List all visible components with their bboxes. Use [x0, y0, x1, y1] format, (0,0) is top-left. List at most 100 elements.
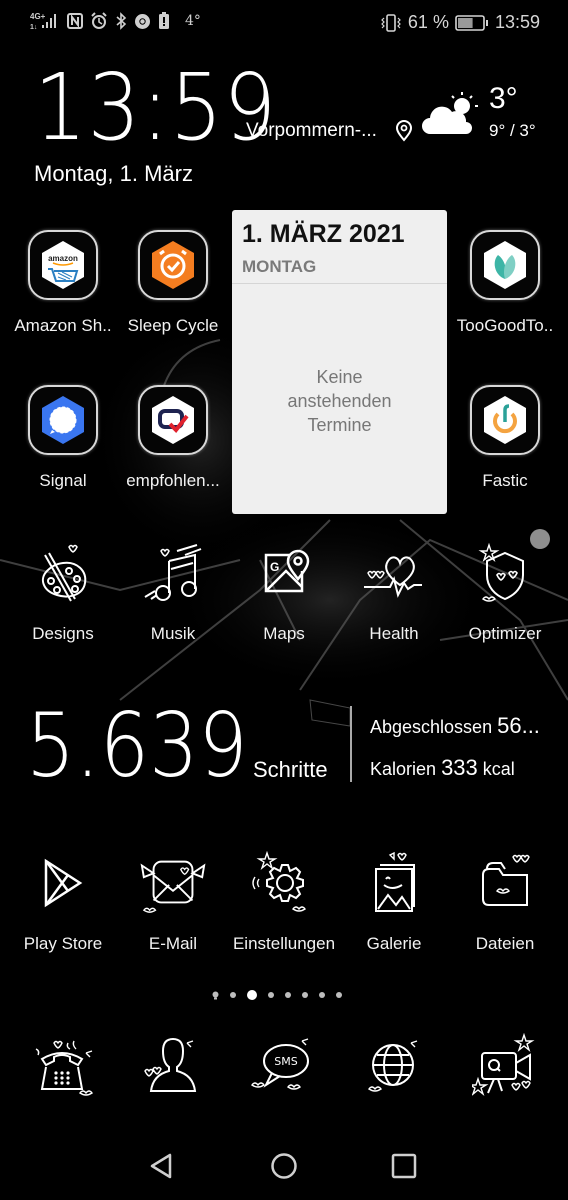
partly-cloudy-icon[interactable] — [420, 90, 480, 138]
svg-text:4G+: 4G+ — [30, 12, 46, 21]
gallery-icon — [375, 851, 415, 912]
app-amazon-shopping[interactable]: amazon Amazon Sh.. — [8, 230, 118, 336]
battery-percent: 61 % — [407, 12, 449, 32]
app-musik[interactable]: Musik — [118, 538, 228, 644]
app-icon-frame — [138, 230, 208, 300]
calendar-date: 1. MÄRZ 2021 — [242, 220, 405, 248]
temperature-range: 9° / 3° — [489, 121, 536, 140]
app-optimizer[interactable]: Optimizer — [450, 538, 560, 644]
recents-button[interactable] — [386, 1148, 422, 1184]
toogoodtogo-icon — [484, 241, 526, 289]
home-icon — [271, 1153, 297, 1179]
page-dot[interactable] — [230, 992, 236, 998]
calendar-divider — [232, 283, 447, 284]
hiboard-bulb-icon[interactable] — [212, 991, 219, 1000]
app-label: Optimizer — [468, 624, 542, 643]
app-signal[interactable]: Signal — [8, 385, 118, 491]
health-completed: Abgeschlossen 56... — [370, 713, 540, 739]
calories-unit: kcal — [482, 759, 515, 779]
svg-text:G: G — [270, 560, 279, 574]
folder-icon — [482, 854, 530, 906]
recents-icon — [391, 1153, 417, 1179]
completed-label: Abgeschlossen — [370, 717, 493, 737]
app-toogoodtogo[interactable]: TooGoodTo.. — [450, 230, 560, 336]
dock-camera[interactable] — [466, 1030, 546, 1100]
home-button[interactable] — [266, 1148, 302, 1184]
page-dot[interactable] — [302, 992, 308, 998]
page-dot[interactable] — [336, 992, 342, 998]
app-play-store[interactable]: Play Store — [8, 848, 118, 954]
app-label: Dateien — [475, 934, 535, 953]
app-icon-frame — [28, 385, 98, 455]
bluetooth-icon — [115, 12, 127, 30]
app-icon-frame — [470, 385, 540, 455]
palette-icon — [41, 544, 87, 602]
video-camera-icon — [472, 1033, 535, 1097]
phone-icon — [35, 1040, 94, 1096]
app-label: E-Mail — [148, 934, 198, 953]
health-divider — [350, 706, 352, 782]
steps-unit: Schritte — [253, 757, 328, 782]
app-galerie[interactable]: Galerie — [339, 848, 449, 954]
app-icon-frame — [470, 230, 540, 300]
settings-gear-icon — [252, 851, 307, 912]
svg-text:1↓: 1↓ — [30, 24, 37, 30]
app-health[interactable]: Health — [339, 538, 449, 644]
app-label: Amazon Sh.. — [14, 316, 112, 335]
weather-location[interactable]: Vorpommern-... — [246, 120, 377, 142]
heart-pulse-icon — [364, 556, 422, 598]
sms-text: SMS — [274, 1055, 297, 1068]
app-label: Maps — [263, 624, 305, 643]
app-icon-frame: amazon — [28, 230, 98, 300]
sms-icon: SMS — [250, 1038, 309, 1090]
app-empfohlen[interactable]: empfohlen... — [118, 385, 228, 491]
calendar-weekday: MONTAG — [242, 257, 317, 276]
svg-text:amazon: amazon — [48, 254, 78, 263]
app-sleep-cycle[interactable]: Sleep Cycle — [118, 230, 228, 336]
email-icon — [140, 860, 206, 913]
page-dot[interactable] — [285, 992, 291, 998]
battery-icon — [455, 14, 489, 31]
music-note-icon — [144, 544, 202, 601]
app-label: Galerie — [366, 934, 422, 953]
dock-browser[interactable] — [355, 1030, 435, 1100]
empfohlen-icon — [152, 396, 194, 444]
signal-icon: 4G+ 1↓ — [30, 12, 60, 30]
status-bar-right: 61 % 13:59 — [380, 12, 540, 33]
back-button[interactable] — [144, 1148, 180, 1184]
app-fastic[interactable]: Fastic — [450, 385, 560, 491]
back-icon — [150, 1153, 172, 1179]
status-temperature: 4° — [185, 13, 201, 29]
app-label: Sleep Cycle — [127, 316, 219, 335]
app-label: Fastic — [482, 471, 528, 490]
vibrate-icon — [380, 13, 402, 32]
app-designs[interactable]: Designs — [8, 538, 118, 644]
clock-date[interactable]: Montag, 1. März — [34, 161, 193, 187]
current-temperature: 3° — [489, 82, 518, 115]
page-dot-active[interactable] — [247, 990, 257, 1000]
chrome-icon — [134, 13, 151, 30]
app-email[interactable]: E-Mail — [118, 848, 228, 954]
clock-time[interactable]: 13:59 — [34, 62, 277, 154]
amazon-shopping-icon: amazon — [42, 241, 84, 289]
calories-value: 333 — [441, 755, 478, 780]
sleep-cycle-icon — [152, 241, 194, 289]
app-maps[interactable]: G Maps — [229, 538, 339, 644]
app-label: Musik — [150, 624, 196, 643]
alarm-icon — [90, 12, 108, 30]
app-label: empfohlen... — [126, 471, 220, 490]
dock-messages[interactable]: SMS — [244, 1030, 324, 1100]
calendar-widget[interactable]: 1. MÄRZ 2021 MONTAG Keine anstehenden Te… — [232, 210, 447, 514]
location-pin-icon — [395, 120, 413, 142]
dock-phone[interactable] — [22, 1030, 102, 1100]
shield-icon — [478, 542, 524, 602]
status-bar-left: 4G+ 1↓ 4° — [30, 12, 201, 30]
app-label: Designs — [32, 624, 94, 643]
app-dateien[interactable]: Dateien — [450, 848, 560, 954]
app-einstellungen[interactable]: Einstellungen — [229, 848, 339, 954]
page-dot[interactable] — [319, 992, 325, 998]
dock-contacts[interactable] — [133, 1030, 213, 1100]
calories-label: Kalorien — [370, 759, 437, 779]
page-dot[interactable] — [268, 992, 274, 998]
page-indicator[interactable] — [212, 990, 342, 1000]
